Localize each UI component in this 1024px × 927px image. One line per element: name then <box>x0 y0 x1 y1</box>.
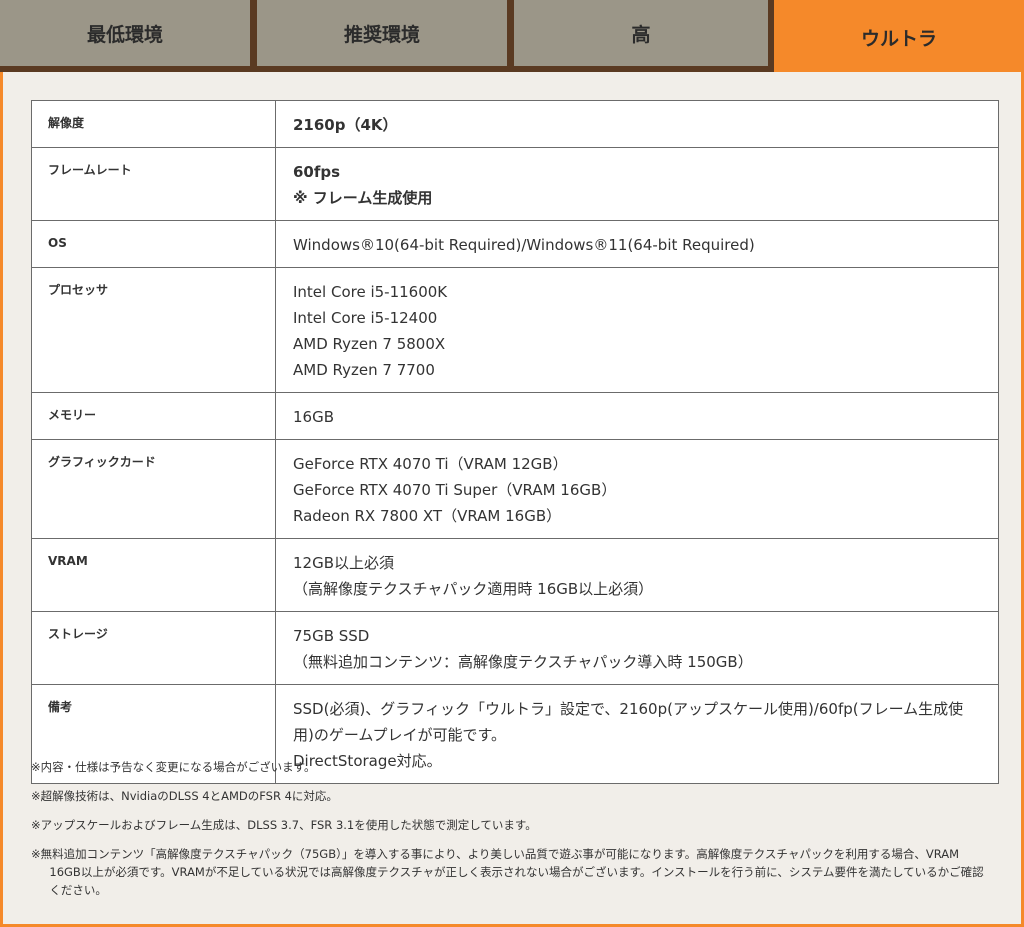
row-label: 解像度 <box>31 100 276 148</box>
value-line: Intel Core i5-12400 <box>293 309 438 327</box>
table-row: プロセッサ Intel Core i5-11600K Intel Core i5… <box>31 267 999 393</box>
value-line: GeForce RTX 4070 Ti（VRAM 12GB） <box>293 455 568 473</box>
memory-value: 16GB <box>275 392 999 440</box>
tab-high[interactable]: 高 <box>514 0 768 66</box>
row-label: メモリー <box>31 392 276 440</box>
table-row: グラフィックカード GeForce RTX 4070 Ti（VRAM 12GB）… <box>31 439 999 539</box>
value-line: 60fps <box>293 163 341 181</box>
value-line: GeForce RTX 4070 Ti Super（VRAM 16GB） <box>293 481 617 499</box>
table-row: メモリー 16GB <box>31 392 999 440</box>
table-row: 解像度 2160p（4K） <box>31 100 999 148</box>
row-label: グラフィックカード <box>31 439 276 539</box>
value-line: ※ フレーム生成使用 <box>293 189 433 207</box>
remarks-text: SSD(必須)、グラフィック「ウルトラ」設定で、2160p(アップスケール使用)… <box>293 700 964 744</box>
footnote: ※無料追加コンテンツ「高解像度テクスチャパック（75GB）」を導入する事により、… <box>31 847 984 897</box>
row-label: ストレージ <box>31 611 276 685</box>
footnote: ※内容・仕様は予告なく変更になる場合がございます。 <box>31 760 316 774</box>
row-label: フレームレート <box>31 147 276 221</box>
storage-value: 75GB SSD （無料追加コンテンツ：高解像度テクスチャパック導入時 150G… <box>275 611 999 685</box>
footnotes: ※内容・仕様は予告なく変更になる場合がございます。 ※超解像技術は、Nvidia… <box>31 758 993 910</box>
spec-panel: 解像度 2160p（4K） フレームレート 60fps ※ フレーム生成使用 O… <box>0 72 1024 927</box>
table-row: OS Windows®10(64-bit Required)/Windows®1… <box>31 220 999 268</box>
value-line: Radeon RX 7800 XT（VRAM 16GB） <box>293 507 562 525</box>
tab-bar: 最低環境 推奨環境 高 ウルトラ <box>0 0 1024 74</box>
tab-recommended[interactable]: 推奨環境 <box>257 0 507 66</box>
gpu-value: GeForce RTX 4070 Ti（VRAM 12GB） GeForce R… <box>275 439 999 539</box>
vram-value: 12GB以上必須 （高解像度テクスチャパック適用時 16GB以上必須） <box>275 538 999 612</box>
table-row: VRAM 12GB以上必須 （高解像度テクスチャパック適用時 16GB以上必須） <box>31 538 999 612</box>
resolution-value: 2160p（4K） <box>275 100 999 148</box>
framerate-value: 60fps ※ フレーム生成使用 <box>275 147 999 221</box>
value-line: 75GB SSD <box>293 627 370 645</box>
row-label: プロセッサ <box>31 267 276 393</box>
row-label: VRAM <box>31 538 276 612</box>
processor-value: Intel Core i5-11600K Intel Core i5-12400… <box>275 267 999 393</box>
table-row: ストレージ 75GB SSD （無料追加コンテンツ：高解像度テクスチャパック導入… <box>31 611 999 685</box>
value-line: AMD Ryzen 7 7700 <box>293 361 435 379</box>
tab-ultra[interactable]: ウルトラ <box>774 0 1024 74</box>
spec-table: 解像度 2160p（4K） フレームレート 60fps ※ フレーム生成使用 O… <box>31 100 999 784</box>
footnote: ※超解像技術は、NvidiaのDLSS 4とAMDのFSR 4に対応。 <box>31 789 338 803</box>
row-label: OS <box>31 220 276 268</box>
value-line: 12GB以上必須 <box>293 554 395 572</box>
value-line: Intel Core i5-11600K <box>293 283 448 301</box>
os-value: Windows®10(64-bit Required)/Windows®11(6… <box>275 220 999 268</box>
value-line: AMD Ryzen 7 5800X <box>293 335 446 353</box>
value-line: （無料追加コンテンツ：高解像度テクスチャパック導入時 150GB） <box>293 653 753 671</box>
table-row: フレームレート 60fps ※ フレーム生成使用 <box>31 147 999 221</box>
tab-minimum[interactable]: 最低環境 <box>0 0 250 66</box>
footnote: ※アップスケールおよびフレーム生成は、DLSS 3.7、FSR 3.1を使用した… <box>31 818 537 832</box>
value-line: （高解像度テクスチャパック適用時 16GB以上必須） <box>293 580 654 598</box>
